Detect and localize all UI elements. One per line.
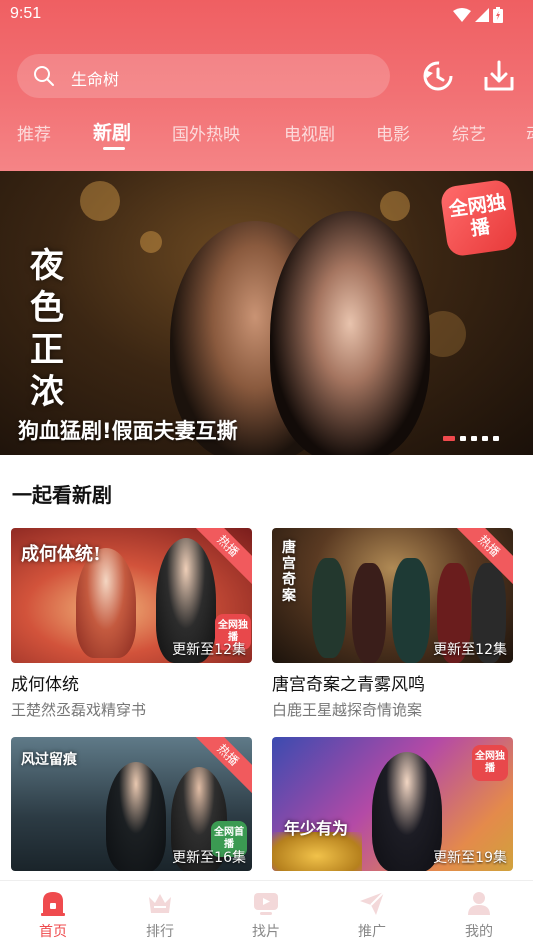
drama-name: 成何体统 [11,675,79,695]
system-icons [453,7,503,23]
person-icon [468,892,490,915]
drama-thumbnail[interactable]: 成何体统! 全网独播 热播 更新至12集 [11,528,252,663]
thumb-title: 风过留痕 [21,752,77,768]
carousel-dot[interactable] [443,436,455,441]
carousel-dot[interactable] [460,436,466,441]
thumb-title: 唐宫奇案 [282,540,296,604]
bottom-navigation: 首页 排行 找片 推广 我的 [0,880,533,948]
drama-thumbnail[interactable]: 风过留痕 全网首播 热播 更新至16集 [11,737,252,871]
nav-label: 首页 [39,924,67,940]
nav-find[interactable]: 找片 [236,889,296,941]
tab-movies[interactable]: 电影 [376,120,410,145]
nav-profile[interactable]: 我的 [449,889,509,941]
search-bar[interactable]: 生命树 [17,54,390,98]
wifi-icon [453,8,471,22]
drama-card[interactable]: 风过留痕 全网首播 热播 更新至16集 [11,737,252,871]
thumb-title: 成何体统! [21,544,101,565]
search-query: 生命树 [71,70,120,89]
search-icon [34,66,54,86]
nav-ranking[interactable]: 排行 [130,889,190,941]
episode-count: 更新至12集 [172,642,246,658]
home-icon [41,892,65,916]
nav-label: 推广 [358,924,386,940]
drama-card[interactable]: 年少有为 全网独播 更新至19集 [272,737,513,871]
download-icon[interactable] [482,59,516,93]
drama-name: 唐宫奇案之青雾风鸣 [272,675,425,695]
nav-promote[interactable]: 推广 [342,889,402,941]
episode-count: 更新至16集 [172,850,246,866]
crown-icon [149,894,171,913]
status-bar: 9:51 [0,0,533,32]
tab-variety[interactable]: 综艺 [452,120,486,145]
tab-anime[interactable]: 动 [526,120,533,145]
drama-desc: 王楚然丞磊戏精穿书 [11,701,147,719]
nav-label: 我的 [465,924,493,940]
banner-poster-title: 夜色正浓 [30,246,64,412]
tab-tv-series[interactable]: 电视剧 [284,120,335,145]
carousel-dots[interactable] [443,436,499,441]
drama-desc: 白鹿王星越探奇情诡案 [272,701,423,719]
active-tab-indicator [103,147,125,150]
episode-count: 更新至12集 [433,642,507,658]
drama-card[interactable]: 唐宫奇案 热播 更新至12集 唐宫奇案之青雾风鸣 白鹿王星越探奇情诡案 [272,528,513,720]
tab-recommend[interactable]: 推荐 [17,120,51,145]
nav-home[interactable]: 首页 [23,889,83,941]
tv-icon [254,893,278,915]
nav-label: 排行 [146,924,174,940]
history-icon[interactable] [421,59,455,93]
drama-card[interactable]: 成何体统! 全网独播 热播 更新至12集 成何体统 王楚然丞磊戏精穿书 [11,528,252,720]
hero-banner[interactable]: 夜色正浓 全网独播 狗血猛剧!假面夫妻互撕 [0,171,533,455]
signal-icon [475,8,489,22]
tab-foreign-hits[interactable]: 国外热映 [172,120,240,145]
drama-thumbnail[interactable]: 唐宫奇案 热播 更新至12集 [272,528,513,663]
drama-thumbnail[interactable]: 年少有为 全网独播 更新至19集 [272,737,513,871]
carousel-dot[interactable] [482,436,488,441]
exclusive-badge: 全网独播 [439,178,519,258]
send-icon [360,891,385,915]
app-header: 9:51 生命树 推荐 新剧 国外热映 电视剧 电影 综艺 动 [0,0,533,171]
banner-woman-figure [270,211,430,455]
battery-icon [493,7,503,23]
section-title: 一起看新剧 [12,483,112,507]
tab-new-drama[interactable]: 新剧 [93,118,131,145]
status-time: 9:51 [10,5,42,22]
exclusive-badge: 全网独播 [472,745,508,781]
carousel-dot[interactable] [471,436,477,441]
banner-caption: 狗血猛剧!假面夫妻互撕 [18,419,238,443]
carousel-dot[interactable] [493,436,499,441]
category-tabs: 推荐 新剧 国外热映 电视剧 电影 综艺 动 [0,118,533,158]
episode-count: 更新至19集 [433,850,507,866]
nav-label: 找片 [252,924,280,940]
thumb-title: 年少有为 [284,819,349,838]
